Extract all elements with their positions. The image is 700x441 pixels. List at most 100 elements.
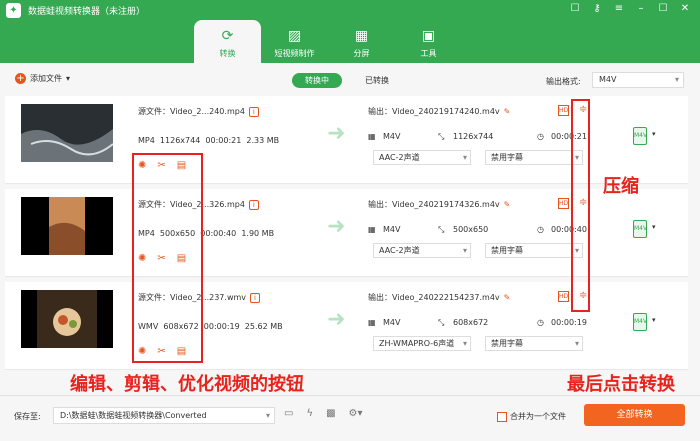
film-icon: ▦	[368, 318, 376, 327]
bottom-tools: ▭ ϟ ▩ ⚙▾	[284, 408, 363, 419]
merge-checkbox[interactable]	[497, 411, 507, 422]
convert-icon: ⟳	[221, 28, 234, 44]
tab-label: 工具	[420, 49, 437, 58]
info-icon[interactable]: i	[248, 107, 259, 117]
source-resolution: 1126x744	[159, 136, 201, 145]
clock-icon: ◷	[537, 318, 544, 327]
m4v-file-icon[interactable]: M4V	[633, 220, 647, 238]
source-filename: 源文件：Video_2...240.mp4	[138, 107, 245, 116]
film-icon: ▦	[368, 132, 376, 141]
output-filename: 输出：Video_240222154237.m4v	[368, 293, 500, 302]
output-spec: ▦ M4V ⤡ 608x672 ◷ 00:00:19	[368, 318, 587, 328]
arrow-right-icon: ➜	[327, 307, 346, 332]
m4v-file-icon[interactable]: M4V	[633, 127, 647, 145]
split-screen-icon: ▦	[354, 28, 369, 44]
info-icon[interactable]: i	[250, 293, 261, 303]
output-filename: 输出：Video_240219174326.m4v	[368, 200, 500, 209]
hd-icon[interactable]: HD	[558, 105, 569, 116]
merge-label: 合并为一个文件	[510, 412, 566, 421]
output-format: M4V	[383, 318, 401, 327]
tab-tools[interactable]: ▣ 工具	[395, 20, 462, 63]
film-icon: ▦	[368, 225, 376, 234]
toolbar: + 添加文件 ▾ 转换中 已转换 输出格式: M4V	[0, 66, 700, 94]
add-file-label: 添加文件	[30, 74, 62, 83]
chevron-down-icon[interactable]: ▾	[652, 130, 656, 138]
key-icon[interactable]: ⚷	[590, 3, 604, 14]
title-bar: ✦ 数据蛙视频转换器（未注册） ☐ ⚷ ≡ – ☐ ✕ ⟳ 转换 ▨ 短视频制作…	[0, 0, 700, 63]
rename-pencil-icon[interactable]: ✎	[504, 293, 511, 302]
output-resolution: 500x650	[453, 225, 489, 234]
maximize-icon[interactable]: ☐	[656, 3, 670, 14]
tab-short-video[interactable]: ▨ 短视频制作	[261, 20, 328, 63]
source-size: 1.90 MB	[241, 229, 275, 238]
output-file: 输出：Video_240219174326.m4v ✎	[368, 199, 510, 210]
tab-converted[interactable]: 已转换	[352, 73, 402, 88]
feedback-icon[interactable]: ☐	[568, 3, 582, 14]
chevron-down-icon[interactable]: ▾	[652, 223, 656, 231]
info-icon[interactable]: i	[248, 200, 259, 210]
subtitle-select[interactable]: 禁用字幕	[485, 243, 583, 258]
tab-converting[interactable]: 转换中	[292, 73, 342, 88]
hd-icon[interactable]: HD	[558, 291, 569, 302]
lightning-off-icon[interactable]: ϟ	[306, 408, 313, 419]
source-size: 2.33 MB	[246, 136, 280, 145]
convert-all-button[interactable]: 全部转换	[584, 404, 685, 426]
output-format-label: 输出格式:	[546, 77, 581, 86]
tab-label: 转换	[219, 49, 236, 58]
output-format-select[interactable]: M4V	[592, 72, 684, 88]
subtitle-select[interactable]: 禁用字幕	[485, 150, 583, 165]
merge-option[interactable]: 合并为一个文件	[497, 411, 566, 422]
video-thumbnail	[21, 104, 113, 162]
subtitle-select[interactable]: 禁用字幕	[485, 336, 583, 351]
source-duration: 00:00:40	[200, 229, 237, 238]
tab-convert[interactable]: ⟳ 转换	[194, 20, 261, 63]
output-file: 输出：Video_240222154237.m4v ✎	[368, 292, 510, 303]
arrow-right-icon: ➜	[327, 121, 346, 146]
settings-icon[interactable]: ⚙▾	[349, 408, 363, 419]
folder-icon[interactable]: ▭	[284, 408, 293, 419]
source-format: MP4	[138, 136, 155, 145]
output-resolution: 608x672	[453, 318, 489, 327]
resize-icon: ⤡	[438, 132, 445, 141]
status-filter: 转换中 已转换	[292, 73, 402, 88]
add-file-button[interactable]: + 添加文件 ▾	[15, 73, 70, 84]
hd-icon[interactable]: HD	[558, 198, 569, 209]
output-format: M4V	[383, 132, 401, 141]
menu-icon[interactable]: ≡	[612, 3, 626, 14]
chevron-down-icon[interactable]: ▾	[652, 316, 656, 324]
audio-track-select[interactable]: AAC-2声道	[373, 243, 471, 258]
output-spec: ▦ M4V ⤡ 500x650 ◷ 00:00:40	[368, 225, 587, 235]
video-thumbnail	[21, 197, 113, 255]
video-thumbnail	[21, 290, 113, 348]
source-size: 25.62 MB	[244, 322, 283, 331]
source-meta: MP4 1126x744 00:00:21 2.33 MB	[138, 136, 279, 145]
source-file: 源文件：Video_2...240.mp4 i	[138, 106, 259, 117]
source-duration: 00:00:19	[203, 322, 240, 331]
output-filename: 输出：Video_240219174240.m4v	[368, 107, 500, 116]
image-icon: ▨	[287, 28, 302, 44]
tab-label: 分屏	[353, 49, 370, 58]
edit-buttons-highlight	[132, 153, 203, 363]
annotation-compress: 压缩	[603, 176, 639, 197]
source-duration: 00:00:21	[205, 136, 242, 145]
arrow-right-icon: ➜	[327, 214, 346, 239]
clock-icon: ◷	[537, 225, 544, 234]
output-format: M4V	[383, 225, 401, 234]
gpu-icon[interactable]: ▩	[326, 408, 335, 419]
app-logo-icon: ✦	[6, 3, 21, 18]
audio-track-select[interactable]: AAC-2声道	[373, 150, 471, 165]
output-spec: ▦ M4V ⤡ 1126x744 ◷ 00:00:21	[368, 132, 587, 142]
annotation-final-convert: 最后点击转换	[567, 374, 675, 395]
minimize-icon[interactable]: –	[634, 3, 648, 14]
output-resolution: 1126x744	[453, 132, 494, 141]
compress-highlight	[571, 99, 590, 312]
close-icon[interactable]: ✕	[678, 3, 692, 14]
rename-pencil-icon[interactable]: ✎	[504, 107, 511, 116]
save-path-select[interactable]: D:\数据蛙\数据蛙视频转换器\Converted	[53, 407, 275, 424]
window-controls: ☐ ⚷ ≡ – ☐ ✕	[568, 3, 692, 14]
m4v-file-icon[interactable]: M4V	[633, 313, 647, 331]
rename-pencil-icon[interactable]: ✎	[504, 200, 511, 209]
tab-split-screen[interactable]: ▦ 分屏	[328, 20, 395, 63]
audio-track-select[interactable]: ZH-WMAPRO-6声道	[373, 336, 471, 351]
bottom-bar: 保存至: D:\数据蛙\数据蛙视频转换器\Converted ▭ ϟ ▩ ⚙▾ …	[0, 395, 700, 441]
